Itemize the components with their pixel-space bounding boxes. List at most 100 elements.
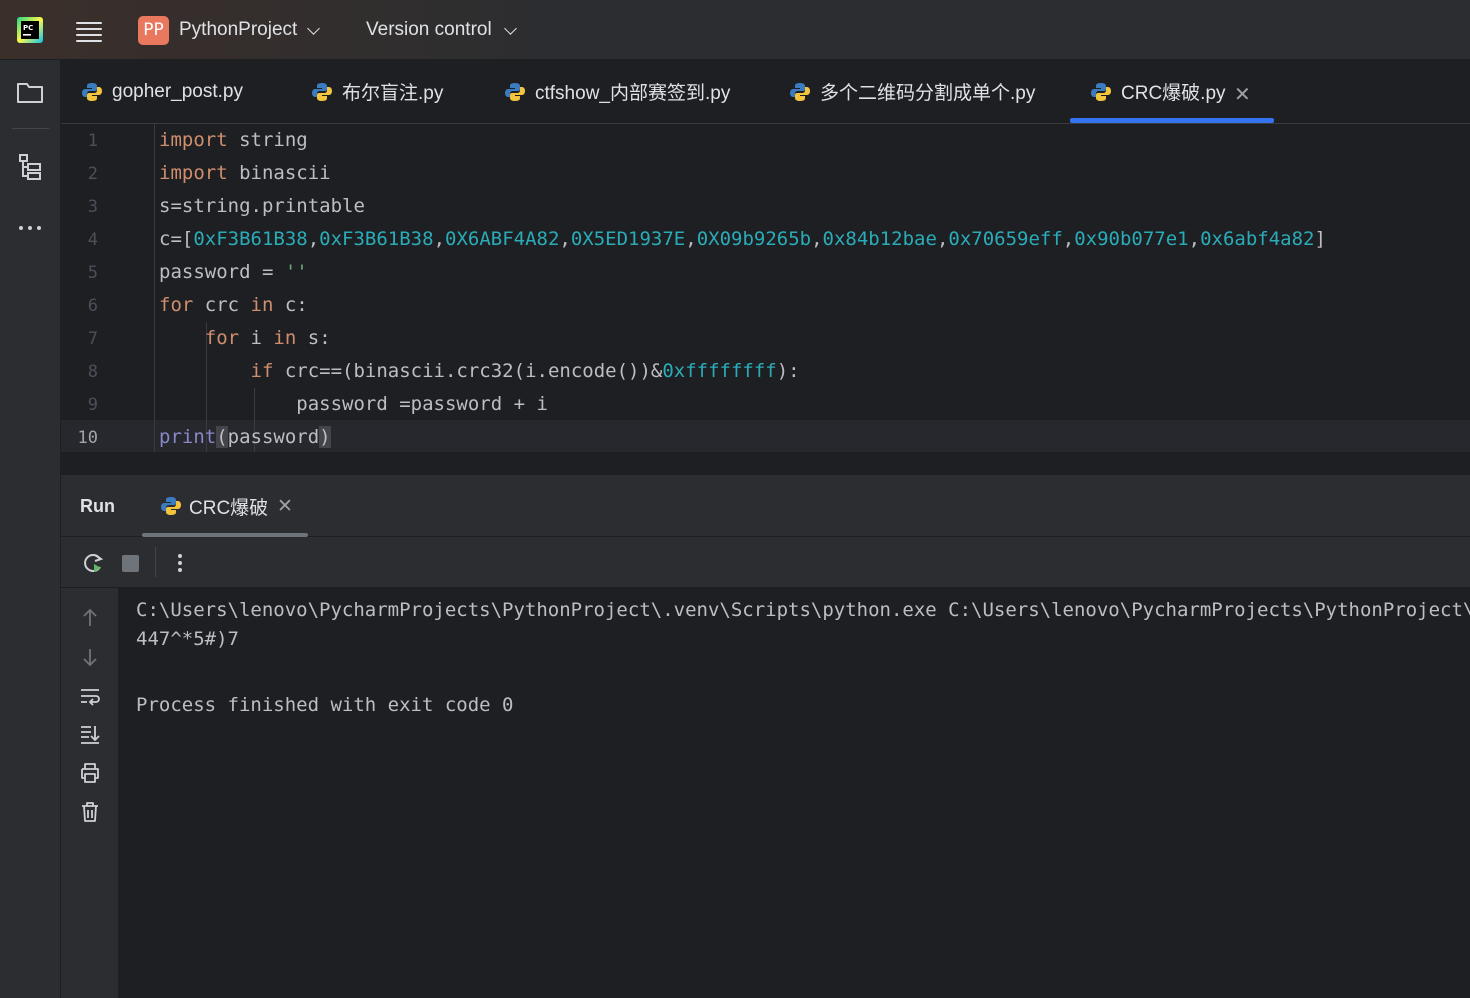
scroll-up-icon[interactable]: [78, 606, 102, 630]
clear-all-trash-icon[interactable]: [78, 800, 102, 824]
run-tab-label: CRC爆破: [189, 497, 269, 519]
structure-icon[interactable]: [15, 152, 45, 182]
tab-label: ctfshow_内部赛签到.py: [535, 83, 731, 104]
gutter-divider: [154, 124, 155, 474]
number-literal: 0x70659eff: [948, 228, 1063, 250]
code-line-3: s=string.printable: [159, 190, 365, 223]
toolbar-separator: [155, 547, 156, 577]
tab-ctfshow-checkin[interactable]: ctfshow_内部赛签到.py: [504, 60, 730, 123]
keyword: in: [250, 294, 274, 316]
version-control-menu[interactable]: Version control: [366, 19, 492, 41]
panel-splitter[interactable]: [61, 452, 1470, 474]
scroll-down-icon[interactable]: [78, 645, 102, 669]
tab-qrcode-split[interactable]: 多个二维码分割成单个.py: [789, 60, 1035, 123]
title-bar: PC PP PythonProject Version control: [0, 0, 1470, 60]
tab-crc-bruteforce[interactable]: CRC爆破.py: [1070, 60, 1274, 123]
code-line-8: if crc==(binascii.crc32(i.encode())&0xff…: [159, 355, 800, 388]
line-number: 7: [87, 329, 98, 349]
pycharm-logo-icon[interactable]: PC: [17, 17, 43, 43]
keyword: for: [159, 294, 194, 316]
number-literal: 0xffffffff: [662, 360, 777, 382]
console-line: Process finished with exit code 0: [136, 694, 514, 716]
matched-brace: ): [319, 426, 331, 448]
python-file-icon: [312, 82, 332, 101]
more-options-icon[interactable]: [169, 551, 191, 575]
project-badge[interactable]: PP: [138, 16, 169, 45]
keyword: import: [159, 162, 228, 184]
number-literal: 0X5ED1937E: [570, 228, 686, 250]
tool-separator: [12, 128, 49, 129]
active-tab-indicator: [1070, 118, 1274, 123]
string-literal: '': [284, 261, 308, 283]
number-literal: 0x84b12bae: [822, 228, 937, 250]
vcs-chevron-down-icon[interactable]: [504, 22, 517, 35]
line-number: 2: [87, 164, 98, 184]
code-text: crc: [193, 294, 251, 316]
code-line-5: password = '': [159, 256, 308, 289]
code-line-6: for crc in c:: [159, 289, 308, 322]
tab-label: 布尔盲注.py: [342, 83, 444, 104]
code-line-2: import binascii: [159, 157, 331, 190]
number-literal: 0X6ABF4A82: [445, 228, 560, 250]
tab-label: 多个二维码分割成单个.py: [820, 83, 1036, 104]
console-side-toolbar: [61, 588, 119, 998]
run-toolbar: [61, 537, 1470, 588]
scroll-to-end-icon[interactable]: [78, 722, 102, 746]
matched-brace: (: [216, 426, 228, 448]
project-chevron-down-icon[interactable]: [307, 22, 320, 35]
run-tab-crc[interactable]: CRC爆破: [160, 475, 268, 537]
line-number: 4: [87, 230, 98, 250]
number-literal: 0x6abf4a82: [1200, 228, 1315, 250]
code-text: s=string.printable: [159, 195, 365, 217]
line-number-current: 10: [77, 428, 98, 448]
close-tab-icon[interactable]: ✕: [1234, 82, 1251, 106]
code-text: ]: [1314, 228, 1326, 250]
line-number: 8: [87, 362, 98, 382]
main-menu-icon[interactable]: [76, 18, 102, 42]
project-selector[interactable]: PythonProject: [179, 19, 297, 41]
run-tool-window-header: Run CRC爆破 ✕: [61, 474, 1470, 537]
left-tool-strip: [0, 60, 61, 998]
print-icon[interactable]: [78, 761, 102, 785]
code-text: i: [239, 327, 274, 349]
soft-wrap-icon[interactable]: [78, 684, 102, 708]
editor-tab-bar: gopher_post.py 布尔盲注.py ctfshow_内部赛签到.py …: [61, 60, 1470, 124]
code-line-1: import string: [159, 124, 308, 157]
keyword: import: [159, 129, 228, 151]
code-line-4: c=[0xF3B61B38,0xF3B61B38,0X6ABF4A82,0X5E…: [159, 228, 1326, 250]
python-file-icon: [82, 82, 102, 101]
keyword: for: [204, 327, 240, 349]
code-line-7: for i in s:: [159, 322, 331, 355]
number-literal: 0X09b9265b: [696, 228, 812, 250]
line-number: 1: [87, 131, 98, 151]
line-number: 3: [87, 197, 98, 217]
console-line: C:\Users\lenovo\PycharmProjects\PythonPr…: [136, 599, 1470, 621]
tab-bool-blind-injection[interactable]: 布尔盲注.py: [311, 60, 443, 123]
line-number: 9: [87, 395, 98, 415]
builtin-function: print: [159, 426, 217, 448]
line-number: 6: [87, 296, 98, 316]
code-line-9: password =password + i: [159, 388, 548, 421]
code-text: string: [227, 129, 308, 151]
code-text: ):: [776, 360, 800, 382]
rerun-icon[interactable]: [81, 551, 105, 575]
console-output[interactable]: C:\Users\lenovo\PycharmProjects\PythonPr…: [119, 588, 1470, 998]
stop-icon[interactable]: [122, 555, 139, 572]
tab-gopher-post[interactable]: gopher_post.py: [81, 60, 243, 123]
python-file-icon: [161, 497, 181, 515]
project-folder-icon[interactable]: [15, 77, 45, 107]
more-tools-icon[interactable]: [15, 213, 45, 243]
python-file-icon: [790, 82, 810, 101]
close-run-tab-icon[interactable]: ✕: [277, 495, 293, 517]
code-text: password =: [159, 261, 285, 283]
svg-text:PC: PC: [23, 24, 33, 32]
keyword: if: [250, 360, 274, 382]
python-file-icon: [505, 82, 525, 101]
code-text: s:: [296, 327, 331, 349]
code-text: binascii: [227, 162, 331, 184]
code-text: password: [227, 426, 320, 448]
keyword: in: [273, 327, 297, 349]
code-editor[interactable]: 1 2 3 4 5 6 7 8 9 10 import string impor…: [61, 124, 1470, 474]
python-file-icon: [1091, 82, 1111, 101]
number-literal: 0xF3B61B38: [319, 228, 434, 250]
